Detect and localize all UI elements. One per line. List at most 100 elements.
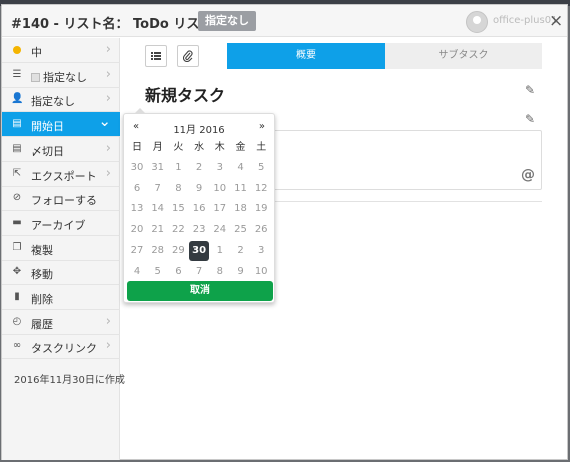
- datepicker: 11月 2016 « » 取消 日月火水木金土 30 31 1 2 3 4 5 6 7 8 9 10 11…: [123, 108, 275, 303]
- trash-icon: ▮: [14, 291, 20, 302]
- day-cell[interactable]: 14: [148, 199, 168, 219]
- sidebar-item-delete[interactable]: ▮ 削除: [2, 285, 120, 310]
- list-icon: ☰: [12, 68, 22, 80]
- day-cell[interactable]: 27: [127, 241, 147, 261]
- day-cell[interactable]: 8: [210, 262, 230, 282]
- sidebar-item-label: 中: [31, 46, 42, 59]
- day-cell[interactable]: 23: [189, 220, 209, 240]
- sidebar-item-label: タスクリンク: [31, 342, 97, 356]
- day-cell[interactable]: 5: [148, 262, 168, 282]
- sidebar-item-label: アーカイブ: [31, 218, 86, 232]
- day-cell[interactable]: 4: [231, 158, 251, 178]
- sidebar-item-assignee[interactable]: 👤 指定なし ›: [2, 87, 120, 113]
- calendar-icon: ▤: [12, 142, 22, 154]
- task-title[interactable]: 新規タスク: [145, 82, 225, 106]
- export-icon: ⇱: [12, 167, 22, 179]
- day-cell[interactable]: 20: [127, 220, 147, 240]
- list-icon-button[interactable]: [145, 45, 167, 67]
- edit-title-pencil-icon[interactable]: ✎: [525, 83, 535, 97]
- weekday-label: 月: [152, 142, 163, 153]
- day-cell[interactable]: 2: [231, 241, 251, 261]
- sidebar-item-label: 移動: [31, 268, 53, 282]
- sidebar-item-priority[interactable]: 中 ›: [2, 38, 120, 63]
- tab-bar: 概要 サブタスク: [227, 43, 542, 69]
- sidebar-item-start-date[interactable]: ▤ 開始日 ⌄: [2, 112, 120, 138]
- day-cell[interactable]: 7: [189, 262, 209, 282]
- description-box[interactable]: @: [264, 130, 542, 190]
- edit-description-pencil-icon[interactable]: ✎: [525, 112, 535, 126]
- move-icon: ✥: [12, 266, 22, 278]
- sidebar-item-label: 〆切日: [31, 144, 64, 158]
- day-cell[interactable]: 17: [210, 199, 230, 219]
- task-modal: #140 - リスト名： ToDo リスト - 指定なし office-plus…: [1, 4, 568, 460]
- user-plus-icon: 👤: [11, 93, 24, 105]
- day-cell[interactable]: 10: [210, 179, 230, 199]
- list-prefix: リスト名：: [63, 17, 129, 32]
- modal-header: #140 - リスト名： ToDo リスト - 指定なし office-plus…: [2, 5, 567, 37]
- chevron-right-icon: ›: [105, 338, 111, 354]
- day-cell[interactable]: 25: [231, 220, 251, 240]
- day-cell[interactable]: 24: [210, 220, 230, 240]
- day-cell[interactable]: 26: [251, 220, 271, 240]
- day-cell[interactable]: 2: [189, 158, 209, 178]
- category-badge[interactable]: 指定なし: [198, 11, 256, 31]
- day-cell[interactable]: 6: [127, 179, 147, 199]
- day-cell[interactable]: 12: [251, 179, 271, 199]
- attachment-button[interactable]: [177, 45, 199, 67]
- datepicker-prev[interactable]: «: [133, 121, 139, 132]
- tab-overview[interactable]: 概要: [227, 43, 385, 69]
- day-cell[interactable]: 5: [251, 158, 271, 178]
- selected-day[interactable]: 30: [189, 240, 210, 261]
- day-cell[interactable]: 15: [168, 199, 188, 219]
- day-cell[interactable]: 22: [168, 220, 188, 240]
- sidebar-item-move[interactable]: ✥ 移動: [2, 260, 120, 286]
- datepicker-cancel-button[interactable]: 取消: [127, 281, 273, 301]
- day-cell[interactable]: 10: [251, 262, 271, 282]
- mention-icon[interactable]: @: [521, 167, 535, 183]
- sidebar-item-status[interactable]: ☰ 指定なし ›: [2, 63, 120, 88]
- day-cell[interactable]: 1: [210, 241, 230, 261]
- chevron-right-icon: ›: [105, 66, 111, 82]
- sidebar: 2016年11月30日に作成 中 › ☰ 指定なし › 👤 指定なし › ▤ 開始日 ⌄ ▤ 〆切日 › ⇱…: [2, 38, 125, 460]
- sidebar-item-due-date[interactable]: ▤ 〆切日 ›: [2, 137, 120, 162]
- close-icon[interactable]: ×: [549, 11, 563, 31]
- day-cell[interactable]: 9: [231, 262, 251, 282]
- day-cell[interactable]: 19: [251, 199, 271, 219]
- day-cell[interactable]: 13: [127, 199, 147, 219]
- day-cell[interactable]: 7: [148, 179, 168, 199]
- sidebar-item-history[interactable]: ◴ 履歴 ›: [2, 310, 120, 335]
- day-cell[interactable]: 31: [148, 158, 168, 178]
- weekday-label: 土: [256, 142, 267, 153]
- day-cell[interactable]: 3: [210, 158, 230, 178]
- chevron-right-icon: ›: [105, 91, 111, 107]
- tab-subtasks[interactable]: サブタスク: [385, 43, 542, 69]
- avatar[interactable]: [466, 11, 488, 33]
- day-cell[interactable]: 1: [168, 158, 188, 178]
- day-cell[interactable]: 6: [168, 262, 188, 282]
- sidebar-item-label: フォローする: [31, 194, 97, 208]
- day-cell[interactable]: 21: [148, 220, 168, 240]
- sidebar-item-export[interactable]: ⇱ エクスポート ›: [2, 162, 120, 187]
- day-cell[interactable]: 3: [251, 241, 271, 261]
- day-cell[interactable]: 4: [127, 262, 147, 282]
- sidebar-item-tasklink[interactable]: ∞ タスクリンク ›: [2, 334, 120, 360]
- day-cell[interactable]: 11: [231, 179, 251, 199]
- datepicker-month[interactable]: 11月 2016: [124, 121, 274, 136]
- sidebar-item-duplicate[interactable]: ❐ 複製: [2, 236, 120, 261]
- day-cell[interactable]: 18: [231, 199, 251, 219]
- status-checkbox[interactable]: [31, 72, 40, 82]
- sidebar-item-follow[interactable]: ⊘ フォローする: [2, 186, 120, 212]
- day-cell[interactable]: 9: [189, 179, 209, 199]
- day-cell[interactable]: 28: [148, 241, 168, 261]
- datepicker-next[interactable]: »: [259, 121, 265, 132]
- day-cell[interactable]: 16: [189, 199, 209, 219]
- day-cell[interactable]: 8: [168, 179, 188, 199]
- link-icon: ∞: [12, 340, 22, 352]
- sidebar-item-label: 履歴: [31, 317, 53, 331]
- copy-icon: ❐: [12, 241, 22, 253]
- day-cell[interactable]: 29: [168, 241, 188, 261]
- task-number: #140 -: [11, 17, 64, 32]
- sidebar-item-archive[interactable]: ▬ アーカイブ: [2, 211, 120, 236]
- weekday-label: 金: [235, 142, 246, 153]
- day-cell[interactable]: 30: [127, 158, 147, 178]
